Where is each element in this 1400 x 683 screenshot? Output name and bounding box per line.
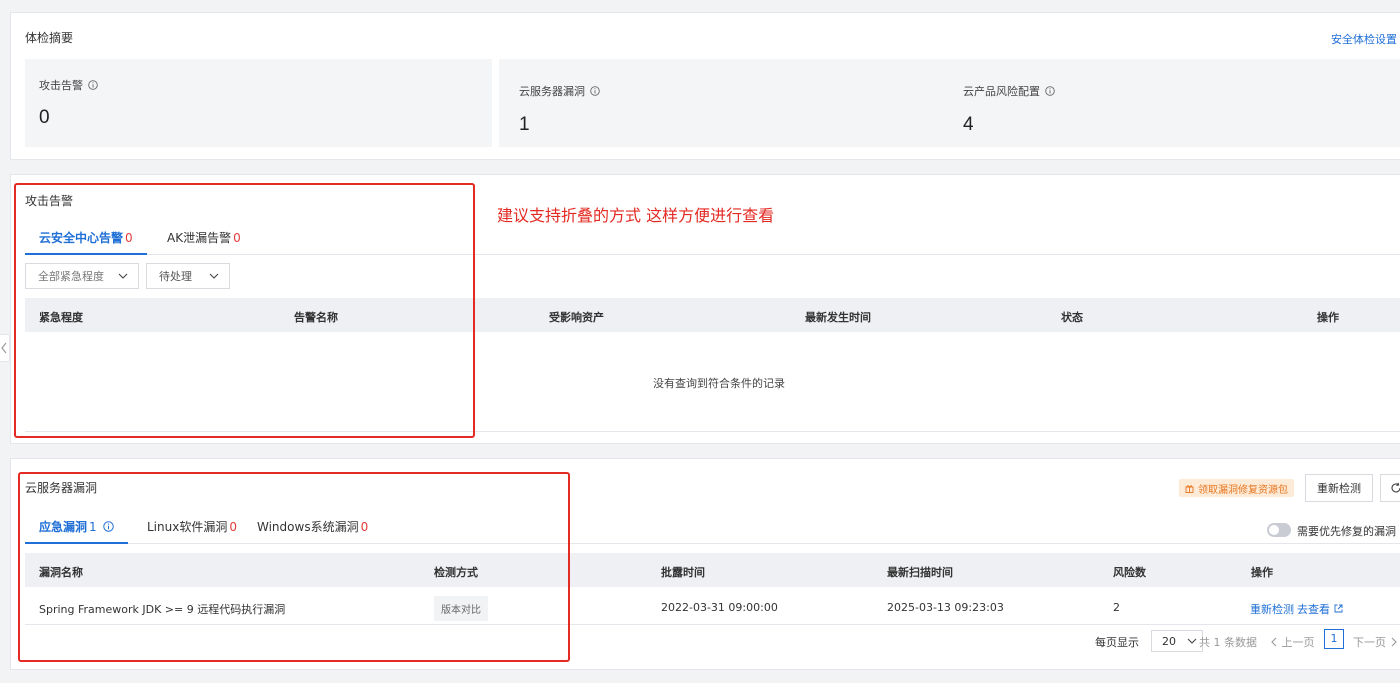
column-header: 漏洞名称	[39, 566, 83, 579]
column-header: 紧急程度	[39, 311, 83, 324]
server-vulns-table-header: 漏洞名称 检测方式 批露时间 最新扫描时间 风险数 操作	[25, 553, 1400, 587]
column-header: 检测方式	[434, 566, 478, 579]
chevron-right-icon	[1391, 637, 1397, 647]
table-bottom-divider	[25, 431, 1400, 432]
column-header: 最新发生时间	[805, 311, 871, 324]
row-view-link[interactable]: 去查看	[1297, 601, 1343, 617]
status-filter-select[interactable]: 待处理	[146, 263, 230, 289]
summary-title: 体检摘要	[25, 31, 74, 45]
external-link-icon	[1334, 604, 1342, 613]
per-page-label: 每页显示	[1095, 636, 1139, 649]
server-vulns-tabs: 应急漏洞 1 Linux软件漏洞 0 Windows系统漏洞 0	[25, 514, 1400, 544]
gift-icon	[1185, 484, 1194, 493]
last-scan-time: 2025-03-13 09:23:03	[887, 601, 1004, 614]
info-icon[interactable]	[1045, 86, 1055, 96]
chevron-down-icon	[1187, 638, 1197, 644]
column-header: 风险数	[1113, 566, 1146, 579]
metric-label: 云服务器漏洞	[519, 83, 600, 99]
severity-filter-select[interactable]: 全部紧急程度	[25, 263, 139, 289]
column-header: 受影响资产	[549, 311, 604, 324]
detection-method-tag: 版本对比	[434, 596, 488, 621]
column-header: 批露时间	[661, 566, 705, 579]
metric-attack-alerts[interactable]: 攻击告警 0	[25, 59, 492, 147]
page-number-button[interactable]: 1	[1324, 629, 1344, 649]
prev-page-button[interactable]: 上一页	[1270, 634, 1315, 650]
security-check-settings-link[interactable]: 安全体检设置	[1331, 31, 1397, 47]
info-icon[interactable]	[103, 521, 114, 532]
info-icon[interactable]	[88, 80, 98, 90]
attack-alerts-title: 攻击告警	[25, 194, 74, 208]
column-header: 操作	[1317, 311, 1339, 324]
chevron-down-icon	[209, 273, 219, 279]
row-divider	[25, 624, 1400, 625]
row-recheck-link[interactable]: 重新检测	[1250, 601, 1294, 617]
refresh-button[interactable]	[1380, 474, 1400, 502]
priority-vulns-toggle[interactable]	[1267, 523, 1291, 537]
chevron-down-icon	[118, 273, 128, 279]
column-header: 状态	[1061, 311, 1083, 324]
disclosed-time: 2022-03-31 09:00:00	[661, 601, 778, 614]
empty-state-text: 没有查询到符合条件的记录	[653, 377, 785, 390]
metric-value: 1	[519, 114, 530, 135]
tab-ak-leak-alerts[interactable]: AK泄漏告警 0	[157, 225, 251, 255]
total-count: 共 1 条数据	[1199, 636, 1257, 649]
metric-label-cloud-risk: 云产品风险配置	[963, 83, 1055, 99]
metric-label: 攻击告警	[39, 77, 98, 93]
tab-linux-software-vulns[interactable]: Linux软件漏洞 0	[137, 514, 247, 544]
column-header: 最新扫描时间	[887, 566, 953, 579]
toggle-knob	[1269, 525, 1279, 535]
attack-alerts-tabs: 云安全中心告警 0 AK泄漏告警 0	[25, 225, 1400, 255]
tab-windows-system-vulns[interactable]: Windows系统漏洞 0	[247, 514, 378, 544]
column-header: 操作	[1251, 566, 1273, 579]
server-vulns-card: 云服务器漏洞 领取漏洞修复资源包 重新检测 应急漏洞 1 Linux软件漏洞 0 W…	[10, 458, 1400, 670]
priority-vulns-toggle-label: 需要优先修复的漏洞	[1297, 525, 1396, 538]
tab-emergency-vulns[interactable]: 应急漏洞 1	[25, 514, 128, 544]
chevron-left-icon	[1271, 637, 1277, 647]
health-summary-card: 体检摘要 安全体检设置 攻击告警 0 云服务器漏洞 1 云产品风险配置 4	[10, 12, 1400, 160]
sidebar-collapse-handle[interactable]	[0, 334, 10, 362]
info-icon[interactable]	[590, 86, 600, 96]
next-page-button[interactable]: 下一页	[1353, 634, 1398, 650]
tab-cloud-security-alerts[interactable]: 云安全中心告警 0	[25, 225, 147, 255]
recheck-button[interactable]: 重新检测	[1305, 474, 1373, 502]
chevron-left-icon	[1, 342, 7, 354]
metric-server-vulns[interactable]: 云服务器漏洞 1 云产品风险配置 4	[499, 59, 1400, 147]
risk-count: 2	[1113, 601, 1120, 614]
server-vulns-title: 云服务器漏洞	[25, 481, 98, 495]
refresh-icon	[1390, 482, 1400, 493]
annotation-note: 建议支持折叠的方式 这样方便进行查看	[497, 206, 775, 225]
per-page-select[interactable]: 20	[1151, 630, 1203, 652]
metric-value-cloud-risk: 4	[963, 114, 974, 135]
vuln-name[interactable]: Spring Framework JDK >= 9 远程代码执行漏洞	[39, 601, 285, 617]
vuln-repair-pack-badge[interactable]: 领取漏洞修复资源包	[1179, 479, 1294, 497]
attack-alerts-table-header: 紧急程度 告警名称 受影响资产 最新发生时间 状态 操作	[25, 298, 1400, 332]
metric-value: 0	[39, 107, 50, 128]
column-header: 告警名称	[294, 311, 338, 324]
